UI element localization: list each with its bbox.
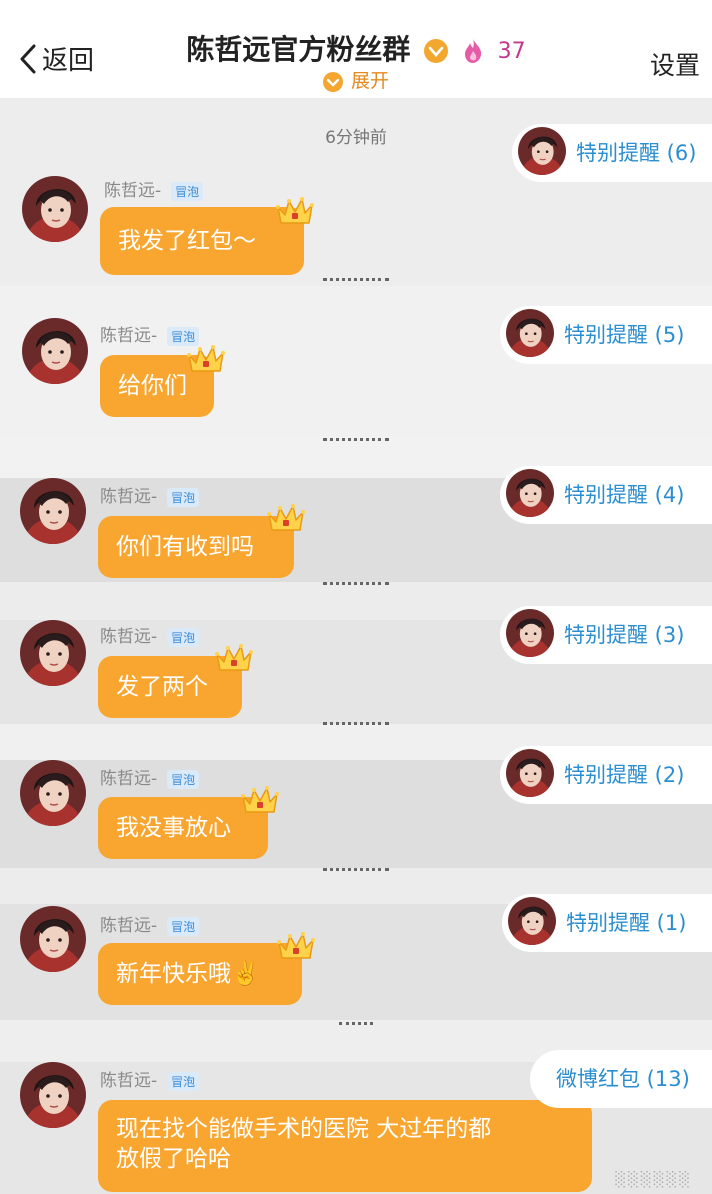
reminder-label: 特别提醒 (4) bbox=[564, 483, 685, 507]
crown-icon bbox=[266, 502, 306, 538]
clipped-timestamp bbox=[0, 438, 712, 447]
reminder-pill[interactable]: 特别提醒 (1) bbox=[502, 894, 712, 952]
sender-name: 陈哲远- bbox=[100, 916, 158, 936]
chat-header: 返回 陈哲远官方粉丝群 37 展开 设置 bbox=[0, 0, 712, 98]
message-bubble[interactable]: 现在找个能做手术的医院 大过年的都 放假了哈哈 bbox=[98, 1100, 592, 1192]
chat-title: 陈哲远官方粉丝群 bbox=[186, 33, 411, 66]
member-count: 37 bbox=[497, 38, 526, 64]
expand-label: 展开 bbox=[350, 70, 389, 92]
sender-avatar[interactable] bbox=[22, 318, 88, 384]
sender-name-row: 陈哲远- 冒泡 bbox=[100, 1066, 200, 1091]
reminder-label: 微博红包 (13) bbox=[556, 1067, 690, 1091]
message-text-line: 现在找个能做手术的医院 大过年的都 bbox=[116, 1116, 492, 1142]
message-text-line: 放假了哈哈 bbox=[116, 1146, 231, 1172]
reminder-pill[interactable]: 微博红包 (13) bbox=[530, 1050, 712, 1108]
message-text-line: 我没事放心 bbox=[116, 815, 231, 841]
sender-avatar[interactable] bbox=[20, 620, 86, 686]
sender-name-row: 陈哲远- 冒泡 bbox=[100, 911, 200, 936]
crown-icon bbox=[240, 784, 280, 820]
clipped-timestamp bbox=[0, 278, 712, 287]
verified-badge-icon bbox=[424, 39, 449, 63]
message-text-line: 你们有收到吗 bbox=[116, 534, 254, 560]
message-bubble[interactable]: 新年快乐哦✌️ bbox=[98, 943, 302, 1005]
crown-icon bbox=[276, 930, 316, 966]
reminder-avatar bbox=[506, 469, 554, 517]
chat-title-row[interactable]: 陈哲远官方粉丝群 37 bbox=[0, 28, 712, 68]
reminder-label: 特别提醒 (6) bbox=[576, 141, 697, 165]
sender-avatar[interactable] bbox=[20, 1062, 86, 1128]
sender-name: 陈哲远- bbox=[100, 627, 158, 647]
sender-name: 陈哲远- bbox=[100, 326, 158, 346]
crown-icon bbox=[214, 642, 254, 678]
sender-tag: 冒泡 bbox=[167, 1071, 200, 1091]
crown-icon bbox=[275, 195, 315, 231]
chevron-down-circle-icon bbox=[322, 71, 343, 92]
message-bubble[interactable]: 我发了红包～ bbox=[100, 207, 304, 275]
sender-tag: 冒泡 bbox=[167, 487, 200, 507]
clipped-timestamp bbox=[0, 582, 712, 591]
settings-button[interactable]: 设置 bbox=[650, 46, 712, 82]
reminder-pill[interactable]: 特别提醒 (3) bbox=[500, 606, 712, 664]
watermark: ░░░░░░ bbox=[615, 1172, 692, 1188]
sender-avatar[interactable] bbox=[20, 478, 86, 544]
sender-tag: 冒泡 bbox=[167, 916, 200, 936]
reminder-pill[interactable]: 特别提醒 (2) bbox=[500, 746, 712, 804]
message-bubble[interactable]: 你们有收到吗 bbox=[98, 516, 294, 578]
sender-tag: 冒泡 bbox=[167, 769, 200, 789]
message-text-line: 发了两个 bbox=[116, 674, 208, 700]
sender-avatar[interactable] bbox=[20, 760, 86, 826]
reminder-avatar bbox=[506, 609, 554, 657]
sender-name-row: 陈哲远- 冒泡 bbox=[100, 482, 200, 507]
reminder-avatar bbox=[518, 127, 566, 175]
sender-name: 陈哲远- bbox=[100, 769, 158, 789]
clipped-timestamp bbox=[0, 722, 712, 731]
sender-avatar[interactable] bbox=[20, 906, 86, 972]
reminder-label: 特别提醒 (5) bbox=[564, 323, 685, 347]
reminder-pill[interactable]: 特别提醒 (6) bbox=[512, 124, 712, 182]
message-text-line: 给你们 bbox=[118, 373, 187, 399]
reminder-avatar bbox=[508, 897, 556, 945]
sender-name-row: 陈哲远- 冒泡 bbox=[104, 176, 204, 201]
sender-name: 陈哲远- bbox=[100, 487, 158, 507]
sender-tag: 冒泡 bbox=[171, 181, 204, 201]
reminder-avatar bbox=[506, 309, 554, 357]
sender-name: 陈哲远- bbox=[104, 181, 162, 201]
sender-name: 陈哲远- bbox=[100, 1071, 158, 1091]
message-text-line: 我发了红包～ bbox=[118, 228, 256, 254]
reminder-label: 特别提醒 (3) bbox=[564, 623, 685, 647]
crown-icon bbox=[186, 343, 226, 379]
reminder-avatar bbox=[506, 749, 554, 797]
reminder-label: 特别提醒 (2) bbox=[564, 763, 685, 787]
reminder-label: 特别提醒 (1) bbox=[566, 911, 687, 935]
clipped-timestamp bbox=[0, 1022, 712, 1031]
sender-avatar[interactable] bbox=[22, 176, 88, 242]
flame-icon bbox=[464, 39, 481, 63]
clipped-timestamp bbox=[0, 868, 712, 877]
sender-name-row: 陈哲远- 冒泡 bbox=[100, 622, 200, 647]
sender-tag: 冒泡 bbox=[167, 627, 200, 647]
message-text-line: 新年快乐哦✌️ bbox=[116, 961, 260, 987]
reminder-pill[interactable]: 特别提醒 (5) bbox=[500, 306, 712, 364]
sender-name-row: 陈哲远- 冒泡 bbox=[100, 764, 200, 789]
reminder-pill[interactable]: 特别提醒 (4) bbox=[500, 466, 712, 524]
sender-name-row: 陈哲远- 冒泡 bbox=[100, 321, 200, 346]
expand-button[interactable]: 展开 bbox=[0, 66, 712, 93]
